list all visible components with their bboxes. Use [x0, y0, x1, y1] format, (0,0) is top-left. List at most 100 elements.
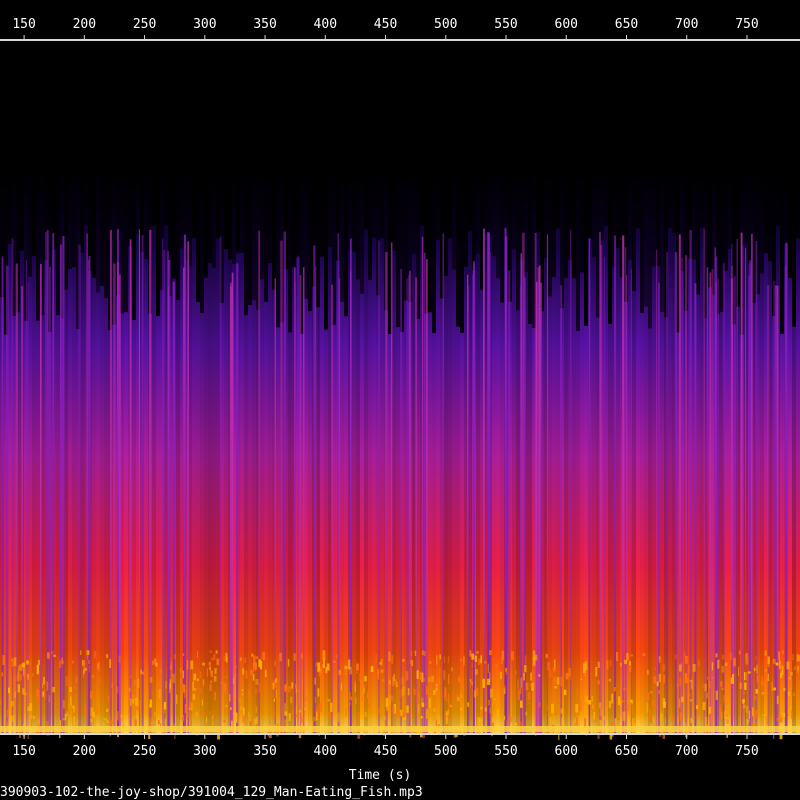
energy-speckle [547, 662, 550, 671]
energy-speckle [701, 716, 704, 720]
energy-speckle [480, 709, 483, 718]
spectrum-silence [88, 40, 92, 271]
energy-speckle [474, 655, 477, 663]
spectrum-silence [588, 40, 592, 239]
energy-speckle [212, 717, 215, 723]
energy-speckle [358, 673, 360, 681]
transient-streak [600, 244, 603, 734]
energy-speckle [649, 718, 653, 723]
energy-speckle [679, 677, 681, 686]
energy-speckle [245, 670, 248, 679]
energy-speckle [692, 716, 696, 720]
energy-speckle [626, 653, 629, 661]
energy-speckle [149, 676, 153, 683]
spectrum-silence [340, 40, 344, 302]
energy-speckle [332, 660, 336, 663]
energy-speckle [179, 667, 182, 674]
transient-streak [622, 235, 625, 734]
spectrum-silence [36, 40, 40, 321]
transient-streak [426, 259, 428, 734]
energy-speckle [606, 660, 609, 670]
energy-speckle [658, 656, 661, 660]
top-tick-label: 450 [374, 17, 397, 32]
transient-streak [751, 233, 753, 734]
energy-speckle [662, 698, 666, 705]
energy-speckle [460, 721, 463, 724]
energy-speckle [626, 704, 630, 711]
energy-speckle [273, 698, 275, 702]
energy-speckle [80, 650, 82, 655]
energy-speckle [631, 705, 634, 712]
energy-speckle [463, 656, 465, 666]
energy-speckle [702, 702, 706, 711]
spectrum-silence [632, 40, 636, 291]
energy-speckle [158, 720, 160, 725]
energy-speckle [439, 667, 441, 676]
energy-speckle [247, 690, 250, 700]
energy-speckle [249, 721, 253, 727]
energy-speckle [755, 721, 758, 727]
energy-speckle [642, 653, 646, 656]
energy-speckle [532, 664, 536, 667]
energy-speckle [230, 707, 232, 711]
spectrum-silence [132, 40, 136, 320]
energy-speckle [196, 651, 198, 658]
energy-speckle [611, 721, 614, 726]
spectrum-silence [304, 40, 308, 299]
energy-speckle [284, 711, 288, 716]
energy-speckle [288, 686, 291, 693]
energy-speckle [724, 662, 728, 667]
energy-speckle [225, 676, 228, 679]
energy-speckle [450, 704, 452, 708]
energy-speckle [733, 657, 736, 667]
energy-speckle [704, 683, 707, 692]
spectrum-silence [364, 40, 368, 230]
energy-speckle [91, 675, 95, 678]
energy-speckle [658, 690, 661, 694]
spectrum-silence [8, 40, 12, 244]
spectrum-silence [208, 40, 212, 263]
energy-speckle [620, 663, 622, 667]
energy-speckle [217, 731, 220, 740]
energy-speckle [37, 659, 40, 665]
energy-speckle [616, 652, 619, 662]
energy-speckle [201, 699, 203, 706]
spectrogram-chart: 150 200 250 300 350 400 450 500 550 600 650 700 750 … [0, 0, 800, 800]
energy-speckle [220, 681, 223, 685]
energy-speckle [445, 698, 447, 702]
energy-speckle [388, 684, 391, 687]
energy-speckle [360, 670, 362, 678]
spectrum-silence [500, 40, 504, 303]
energy-speckle [620, 700, 622, 707]
energy-speckle [84, 705, 87, 714]
energy-speckle [715, 690, 718, 700]
energy-speckle [379, 661, 382, 665]
energy-speckle [564, 689, 567, 696]
energy-speckle [496, 709, 499, 717]
energy-speckle [560, 676, 563, 687]
energy-speckle [490, 713, 494, 717]
transient-streak [303, 267, 305, 734]
spectrum-silence [344, 40, 348, 317]
bottom-tick-label: 300 [193, 744, 216, 759]
transient-streak [546, 234, 549, 734]
top-tick-label: 500 [434, 17, 457, 32]
energy-speckle [650, 691, 653, 694]
energy-speckle [621, 700, 624, 703]
energy-speckle [617, 717, 620, 720]
spectrum-silence [288, 40, 292, 333]
transient-streak [313, 245, 316, 734]
bottom-tick-label: 600 [555, 744, 578, 759]
spectrum-silence [548, 40, 552, 297]
transient-streak [520, 285, 522, 734]
energy-speckle [599, 708, 603, 716]
energy-speckle [423, 678, 425, 682]
spectrum-silence [392, 40, 396, 251]
energy-speckle [731, 674, 735, 684]
spectrum-silence [80, 40, 84, 253]
energy-speckle [647, 669, 649, 675]
spectrum-silence [232, 40, 236, 265]
energy-speckle [708, 702, 711, 706]
energy-speckle [448, 702, 450, 710]
energy-speckle [787, 714, 789, 717]
